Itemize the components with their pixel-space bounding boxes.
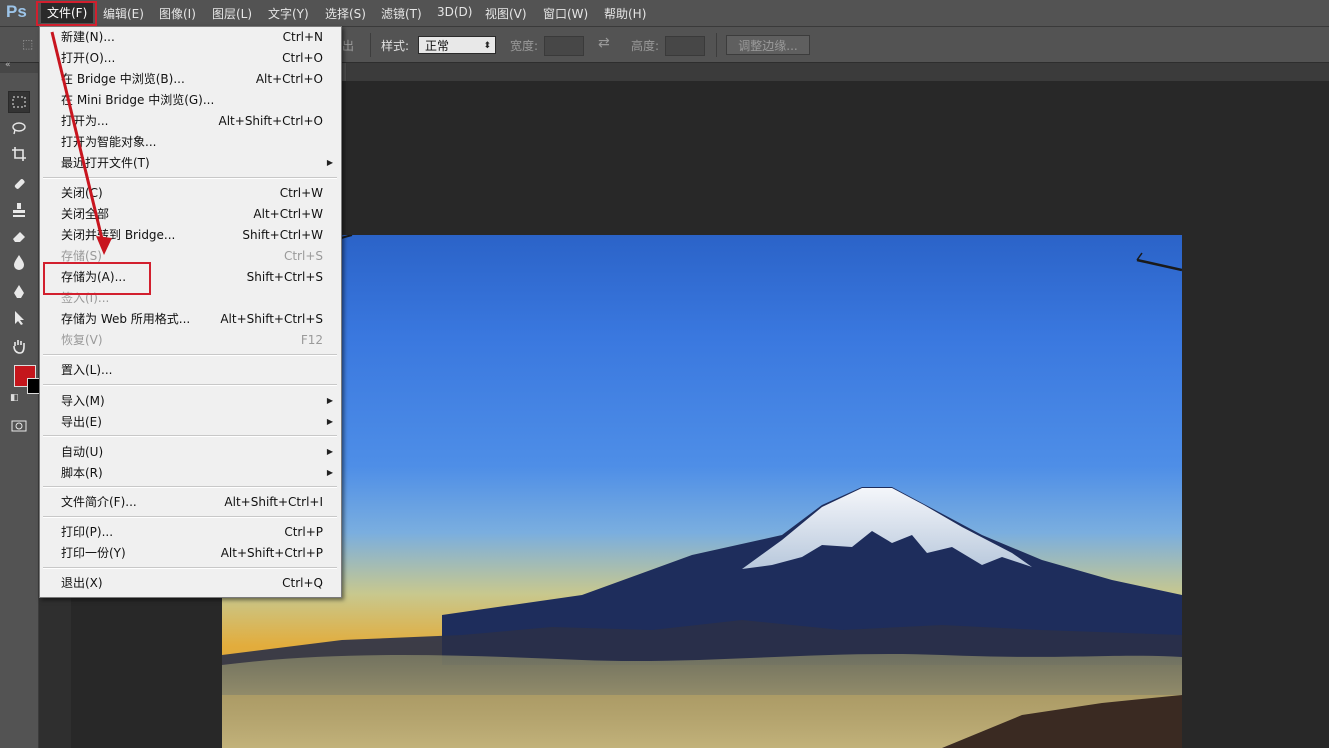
menu-separator (43, 486, 337, 488)
lasso-icon[interactable] (8, 117, 30, 139)
tools-panel-header[interactable]: « (0, 60, 38, 73)
menu-item-import[interactable]: 导入(M) ▶ (40, 391, 341, 411)
hand-icon[interactable] (8, 335, 30, 357)
quick-mask-icon[interactable] (8, 415, 30, 437)
save-as-highlight-box (43, 262, 151, 295)
refine-edge-button[interactable]: 调整边缘... (726, 35, 810, 55)
file-menu-dropdown: 新建(N)... Ctrl+N 打开(O)... Ctrl+O 在 Bridge 中… (39, 26, 342, 598)
menu-filter[interactable]: 滤镜(T) (381, 5, 422, 22)
collapse-icon[interactable]: « (5, 60, 11, 70)
submenu-arrow-icon: ▶ (326, 417, 333, 426)
crop-icon[interactable] (8, 143, 30, 165)
menu-item-print-one-copy[interactable]: 打印一份(Y) Alt+Shift+Ctrl+P (40, 543, 341, 563)
menu-window[interactable]: 窗口(W) (543, 5, 588, 22)
menu-item-scripts[interactable]: 脚本(R) ▶ (40, 463, 341, 483)
menu-edit[interactable]: 编辑(E) (103, 5, 144, 22)
menu-separator (43, 384, 337, 386)
photoshop-logo: Ps (6, 2, 27, 21)
document-image[interactable] (222, 235, 1182, 748)
submenu-arrow-icon: ▶ (326, 158, 333, 167)
healing-icon[interactable] (8, 173, 30, 195)
menu-item-close-all[interactable]: 关闭全部 Alt+Ctrl+W (40, 204, 341, 224)
width-label: 宽度: (510, 39, 539, 53)
menu-item-export[interactable]: 导出(E) ▶ (40, 412, 341, 432)
submenu-arrow-icon: ▶ (326, 468, 333, 477)
menu-separator (43, 354, 337, 356)
marquee-icon[interactable] (8, 91, 30, 113)
menu-item-browse-mini-bridge[interactable]: 在 Mini Bridge 中浏览(G)... (40, 90, 341, 110)
menu-bar: Ps 文件(F) 编辑(E) 图像(I) 图层(L) 文字(Y) 选择(S) 滤… (0, 0, 1329, 27)
menu-item-automate[interactable]: 自动(U) ▶ (40, 442, 341, 462)
file-menu-highlight-box (36, 1, 97, 26)
menu-item-print[interactable]: 打印(P)... Ctrl+P (40, 522, 341, 542)
menu-item-browse-bridge[interactable]: 在 Bridge 中浏览(B)... Alt+Ctrl+O (40, 69, 341, 89)
selection-arrow-icon[interactable] (8, 307, 30, 329)
menu-item-place[interactable]: 置入(L)... (40, 360, 341, 380)
menu-help[interactable]: 帮助(H) (604, 5, 646, 22)
option-partial-label: 出 (342, 39, 355, 53)
style-label: 样式: (381, 39, 410, 53)
updown-arrow-icon: ⬍ (483, 41, 491, 51)
menu-separator (43, 516, 337, 518)
submenu-arrow-icon: ▶ (326, 396, 333, 405)
menu-separator (43, 177, 337, 179)
menu-item-save-for-web[interactable]: 存储为 Web 所用格式... Alt+Shift+Ctrl+S (40, 309, 341, 329)
menu-3d[interactable]: 3D(D) (437, 5, 472, 19)
tools-panel: « ◧ (0, 60, 43, 748)
menu-type[interactable]: 文字(Y) (268, 5, 309, 22)
menu-view[interactable]: 视图(V) (485, 5, 527, 22)
menu-select[interactable]: 选择(S) (325, 5, 366, 22)
menu-layer[interactable]: 图层(L) (212, 5, 252, 22)
options-divider (370, 33, 371, 57)
options-divider (716, 33, 717, 57)
menu-item-file-info[interactable]: 文件简介(F)... Alt+Shift+Ctrl+I (40, 492, 341, 512)
marquee-option-icon[interactable]: ⬚ (22, 37, 33, 51)
blur-icon[interactable] (8, 251, 30, 273)
eraser-icon[interactable] (8, 225, 30, 247)
menu-item-open[interactable]: 打开(O)... Ctrl+O (40, 48, 341, 68)
submenu-arrow-icon: ▶ (326, 447, 333, 456)
menu-separator (43, 435, 337, 437)
mountain-photo (222, 235, 1182, 748)
menu-item-close[interactable]: 关闭(C) Ctrl+W (40, 183, 341, 203)
width-input[interactable] (544, 36, 584, 56)
swap-icon[interactable]: ⇄ (598, 35, 610, 51)
stamp-icon[interactable] (8, 199, 30, 221)
pen-icon[interactable] (8, 281, 30, 303)
menu-item-revert: 恢复(V) F12 (61, 333, 323, 347)
style-select-value: 正常 (425, 39, 450, 53)
menu-item-open-as[interactable]: 打开为... Alt+Shift+Ctrl+O (40, 111, 341, 131)
menu-image[interactable]: 图像(I) (159, 5, 196, 22)
menu-item-recent-files[interactable]: 最近打开文件(T) ▶ (40, 153, 341, 173)
menu-item-exit[interactable]: 退出(X) Ctrl+Q (40, 573, 341, 593)
height-label: 高度: (631, 39, 660, 53)
default-colors-icon[interactable]: ◧ (10, 393, 19, 403)
menu-item-new[interactable]: 新建(N)... Ctrl+N (40, 27, 341, 47)
menu-separator (43, 567, 337, 569)
height-input[interactable] (665, 36, 705, 56)
menu-item-open-smart-object[interactable]: 打开为智能对象... (40, 132, 341, 152)
menu-item-close-to-bridge[interactable]: 关闭并转到 Bridge... Shift+Ctrl+W (40, 225, 341, 245)
style-select[interactable]: 正常 ⬍ (418, 36, 496, 54)
